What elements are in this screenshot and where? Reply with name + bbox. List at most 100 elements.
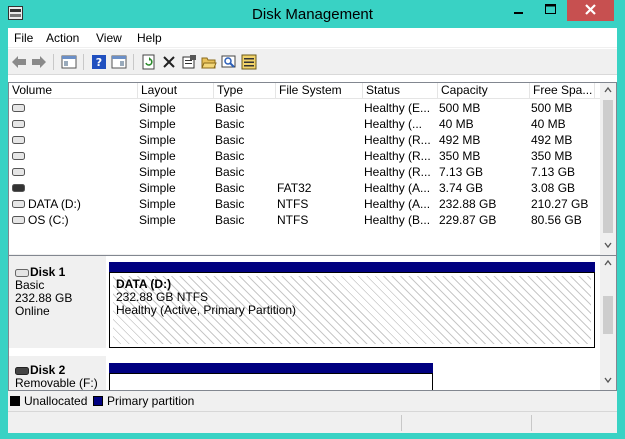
cell-volume <box>28 116 138 132</box>
table-row[interactable]: Simple Basic Healthy (R... 7.13 GB 7.13 GB <box>9 164 602 180</box>
minimize-button[interactable] <box>503 0 533 22</box>
console-tree-icon <box>61 55 77 69</box>
table-row[interactable]: OS (C:) Simple Basic NTFS Healthy (B... 229.8… <box>9 212 602 228</box>
legend-swatch-unallocated <box>10 396 20 406</box>
maximize-icon <box>545 4 556 14</box>
close-icon <box>585 4 596 15</box>
toolbar-separator <box>133 54 134 70</box>
column-header-file-system[interactable]: File System <box>276 83 363 99</box>
cell-volume <box>28 164 138 180</box>
cell-status: Healthy (... <box>364 117 423 131</box>
cell-free-space: 80.56 GB <box>531 213 582 227</box>
disk-1-label[interactable]: Disk 1 Basic 232.88 GB Online <box>9 256 106 348</box>
cell-capacity: 7.13 GB <box>439 165 484 179</box>
cell-volume <box>28 100 138 116</box>
status-bar <box>8 411 617 433</box>
legend-bar: Unallocated Primary partition <box>8 391 617 411</box>
forward-arrow-icon <box>32 56 46 68</box>
disk-1-state: Online <box>15 304 50 318</box>
cell-layout: Simple <box>139 181 176 195</box>
volume-icon <box>12 168 25 176</box>
show-action-pane-button[interactable] <box>110 53 128 71</box>
table-row[interactable]: Simple Basic FAT32 Healthy (A... 3.74 GB 3.08… <box>9 180 602 196</box>
volume-icon <box>12 136 25 144</box>
cell-capacity: 500 MB <box>439 101 481 115</box>
help-button[interactable]: ? <box>90 53 108 71</box>
column-header-type[interactable]: Type <box>214 83 276 99</box>
legend-swatch-primary <box>93 396 103 406</box>
cell-layout: Simple <box>139 197 176 211</box>
cell-capacity: 40 MB <box>439 117 474 131</box>
disk-2-label[interactable]: Disk 2 Removable (F:) <box>9 356 106 390</box>
cell-file-system <box>277 148 362 164</box>
disk-2-partition-header <box>109 363 433 373</box>
window: Disk Management File Action View Help ? … <box>0 0 625 439</box>
cell-type: Basic <box>215 213 245 227</box>
cell-capacity: 3.74 GB <box>439 181 484 195</box>
volume-list-vertical-scrollbar[interactable] <box>600 83 616 255</box>
cell-file-system: NTFS <box>277 213 309 227</box>
column-header-capacity[interactable]: Capacity <box>438 83 530 99</box>
column-header-status[interactable]: Status <box>363 83 438 99</box>
cell-type: Basic <box>215 197 245 211</box>
open-button[interactable] <box>200 53 218 71</box>
settings-button[interactable] <box>240 53 258 71</box>
removable-volume-icon <box>12 184 25 192</box>
legend-label-primary: Primary partition <box>107 394 195 408</box>
explore-button[interactable] <box>220 53 238 71</box>
cell-free-space: 7.13 GB <box>531 165 576 179</box>
disk-2-kind: Removable (F:) <box>15 376 98 390</box>
cell-volume <box>28 148 138 164</box>
column-header-layout[interactable]: Layout <box>138 83 214 99</box>
refresh-button[interactable] <box>140 53 158 71</box>
disk-2-partition[interactable] <box>109 373 433 390</box>
menu-action[interactable]: Action <box>46 31 79 45</box>
table-row[interactable]: Simple Basic Healthy (R... 350 MB 350 MB <box>9 148 602 164</box>
menu-view[interactable]: View <box>96 31 122 45</box>
cell-layout: Simple <box>139 133 176 147</box>
close-button[interactable] <box>567 0 614 21</box>
menu-file[interactable]: File <box>14 31 33 45</box>
scroll-arrows-icon <box>603 259 613 384</box>
magnifier-icon <box>221 55 236 68</box>
forward-button[interactable] <box>30 53 48 71</box>
partition-hatch: DATA (D:) 232.88 GB NTFS Healthy (Active… <box>113 276 591 344</box>
cell-volume: DATA (D:) <box>28 197 81 211</box>
cell-free-space: 40 MB <box>531 117 566 131</box>
maximize-button[interactable] <box>535 0 565 22</box>
properties-button[interactable] <box>180 53 198 71</box>
cell-status: Healthy (R... <box>364 133 431 147</box>
cell-status: Healthy (A... <box>364 197 431 211</box>
table-row[interactable]: DATA (D:) Simple Basic NTFS Healthy (A... 232… <box>9 196 602 212</box>
minimize-icon <box>514 12 523 14</box>
disk-icon <box>15 269 29 277</box>
table-row[interactable]: Simple Basic Healthy (... 40 MB 40 MB <box>9 116 602 132</box>
cell-volume <box>28 180 138 196</box>
graphical-view-vertical-scrollbar[interactable] <box>600 256 616 390</box>
title-bar[interactable]: Disk Management <box>0 0 625 28</box>
status-separator <box>531 415 532 431</box>
scroll-arrows-icon <box>603 86 613 249</box>
cell-layout: Simple <box>139 213 176 227</box>
client-area: File Action View Help ? Volume Layout Ty… <box>8 28 617 433</box>
volume-icon <box>12 120 25 128</box>
cell-status: Healthy (E... <box>364 101 431 115</box>
column-header-free-space[interactable]: Free Spa... <box>530 83 595 99</box>
table-row[interactable]: Simple Basic Healthy (E... 500 MB 500 MB <box>9 100 602 116</box>
disk-1-data-partition[interactable]: DATA (D:) 232.88 GB NTFS Healthy (Active… <box>109 272 595 348</box>
show-hide-console-tree-button[interactable] <box>60 53 78 71</box>
column-header-volume[interactable]: Volume <box>9 83 138 99</box>
disk-1-partition-header <box>109 262 595 272</box>
cell-free-space: 350 MB <box>531 149 573 163</box>
menu-help[interactable]: Help <box>137 31 162 45</box>
delete-button[interactable] <box>160 53 178 71</box>
toolbar-separator <box>53 54 54 70</box>
table-row[interactable]: Simple Basic Healthy (R... 492 MB 492 MB <box>9 132 602 148</box>
checklist-icon <box>241 54 257 70</box>
back-arrow-icon <box>12 56 26 68</box>
help-icon: ? <box>92 55 106 69</box>
cell-file-system <box>277 132 362 148</box>
open-folder-icon <box>201 57 217 69</box>
back-button[interactable] <box>10 53 28 71</box>
status-separator <box>401 415 402 431</box>
